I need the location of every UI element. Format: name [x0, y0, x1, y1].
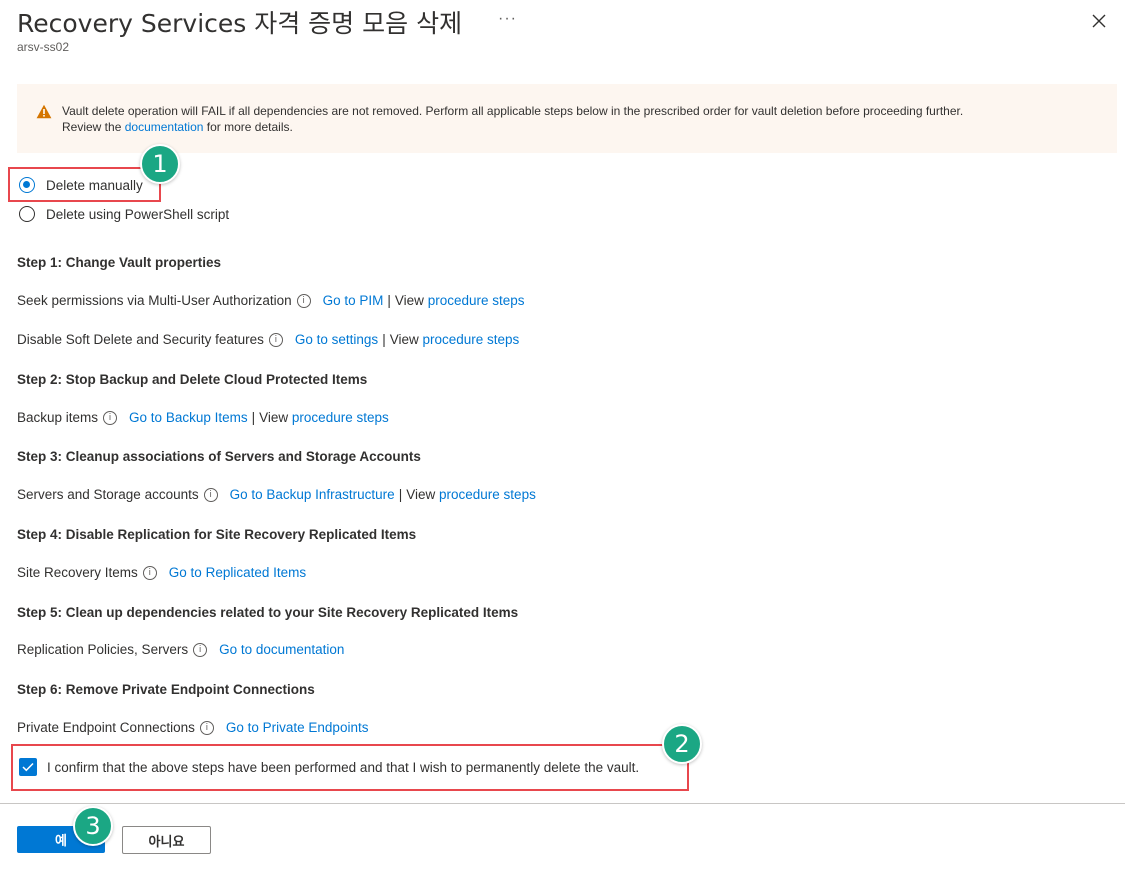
warning-icon	[36, 104, 52, 119]
step-label: Disable Soft Delete and Security feature…	[17, 332, 264, 347]
view-text: View	[394, 293, 424, 308]
view-text: View	[259, 410, 289, 425]
step-row-replication-policies: Replication Policies, Servers i Go to do…	[17, 642, 344, 657]
option-delete-powershell[interactable]: Delete using PowerShell script	[19, 204, 229, 224]
step-label: Seek permissions via Multi-User Authoriz…	[17, 293, 292, 308]
close-icon	[1092, 14, 1106, 28]
go-to-documentation-link[interactable]: Go to documentation	[219, 642, 344, 657]
page-title: Recovery Services 자격 증명 모음 삭제	[17, 9, 463, 38]
step2-title: Step 2: Stop Backup and Delete Cloud Pro…	[17, 372, 368, 387]
step6-title: Step 6: Remove Private Endpoint Connecti…	[17, 682, 315, 697]
step-label: Servers and Storage accounts	[17, 487, 199, 502]
annotation-badge: 3	[73, 806, 113, 846]
option-delete-manually[interactable]: Delete manually	[19, 175, 143, 195]
procedure-steps-link[interactable]: procedure steps	[292, 410, 389, 425]
step-row-private-endpoints: Private Endpoint Connections i Go to Pri…	[17, 720, 368, 735]
close-button[interactable]	[1088, 10, 1110, 32]
radio-button-selected[interactable]	[19, 177, 35, 193]
step-row-site-recovery: Site Recovery Items i Go to Replicated I…	[17, 565, 306, 580]
step-row-servers: Servers and Storage accounts i Go to Bac…	[17, 487, 536, 502]
info-icon[interactable]: i	[199, 720, 214, 735]
go-to-backup-items-link[interactable]: Go to Backup Items	[129, 410, 248, 425]
annotation-badge: 2	[662, 724, 702, 764]
info-icon[interactable]: i	[268, 332, 283, 347]
view-text: View	[389, 332, 419, 347]
go-to-private-endpoints-link[interactable]: Go to Private Endpoints	[226, 720, 369, 735]
info-icon[interactable]: i	[203, 487, 218, 502]
step-row-backup-items: Backup items i Go to Backup Items | View…	[17, 410, 389, 425]
warning-banner: Vault delete operation will FAIL if all …	[17, 84, 1117, 153]
option-label: Delete using PowerShell script	[46, 206, 230, 222]
option-label: Delete manually	[46, 177, 143, 193]
go-to-settings-link[interactable]: Go to settings	[295, 332, 378, 347]
warning-text: Vault delete operation will FAIL if all …	[62, 104, 964, 118]
separator: |	[251, 410, 256, 425]
procedure-steps-link[interactable]: procedure steps	[439, 487, 536, 502]
no-button[interactable]: 아니요	[122, 826, 211, 854]
step-label: Site Recovery Items	[17, 565, 138, 580]
info-icon[interactable]: i	[142, 565, 157, 580]
step1-title: Step 1: Change Vault properties	[17, 255, 222, 270]
vault-name: arsv-ss02	[17, 40, 70, 54]
step-label: Private Endpoint Connections	[17, 720, 195, 735]
separator: |	[387, 293, 391, 308]
footer-divider	[0, 803, 1125, 804]
step4-title: Step 4: Disable Replication for Site Rec…	[17, 527, 417, 542]
step-label: Backup items	[17, 410, 99, 425]
procedure-steps-link[interactable]: procedure steps	[423, 332, 520, 347]
separator: |	[398, 487, 403, 502]
procedure-steps-link[interactable]: procedure steps	[428, 293, 525, 308]
more-options-button[interactable]: ···	[498, 10, 517, 28]
checkmark-icon	[22, 762, 34, 772]
radio-button[interactable]	[19, 206, 35, 222]
confirm-row[interactable]: I confirm that the above steps have been…	[19, 758, 639, 776]
warning-message: Vault delete operation will FAIL if all …	[62, 103, 1087, 135]
confirm-checkbox[interactable]	[19, 758, 37, 776]
step5-title: Step 5: Clean up dependencies related to…	[17, 605, 519, 620]
annotation-badge: 1	[140, 144, 180, 184]
step3-title: Step 3: Cleanup associations of Servers …	[17, 449, 421, 464]
go-to-backup-infrastructure-link[interactable]: Go to Backup Infrastructure	[230, 487, 395, 502]
warning-review-text: Review the	[62, 120, 122, 134]
view-text: View	[406, 487, 436, 502]
step-row-mua: Seek permissions via Multi-User Authoriz…	[17, 293, 525, 308]
step-label: Replication Policies, Servers	[17, 642, 189, 657]
go-to-replicated-items-link[interactable]: Go to Replicated Items	[169, 565, 306, 580]
documentation-link[interactable]: documentation	[125, 120, 204, 134]
info-icon[interactable]: i	[296, 293, 311, 308]
warning-text-end: for more details.	[206, 120, 293, 134]
info-icon[interactable]: i	[193, 642, 208, 657]
info-icon[interactable]: i	[103, 410, 118, 425]
separator: |	[382, 332, 386, 347]
confirm-label: I confirm that the above steps have been…	[47, 759, 640, 775]
go-to-pim-link[interactable]: Go to PIM	[323, 293, 384, 308]
step-row-soft-delete: Disable Soft Delete and Security feature…	[17, 332, 519, 347]
